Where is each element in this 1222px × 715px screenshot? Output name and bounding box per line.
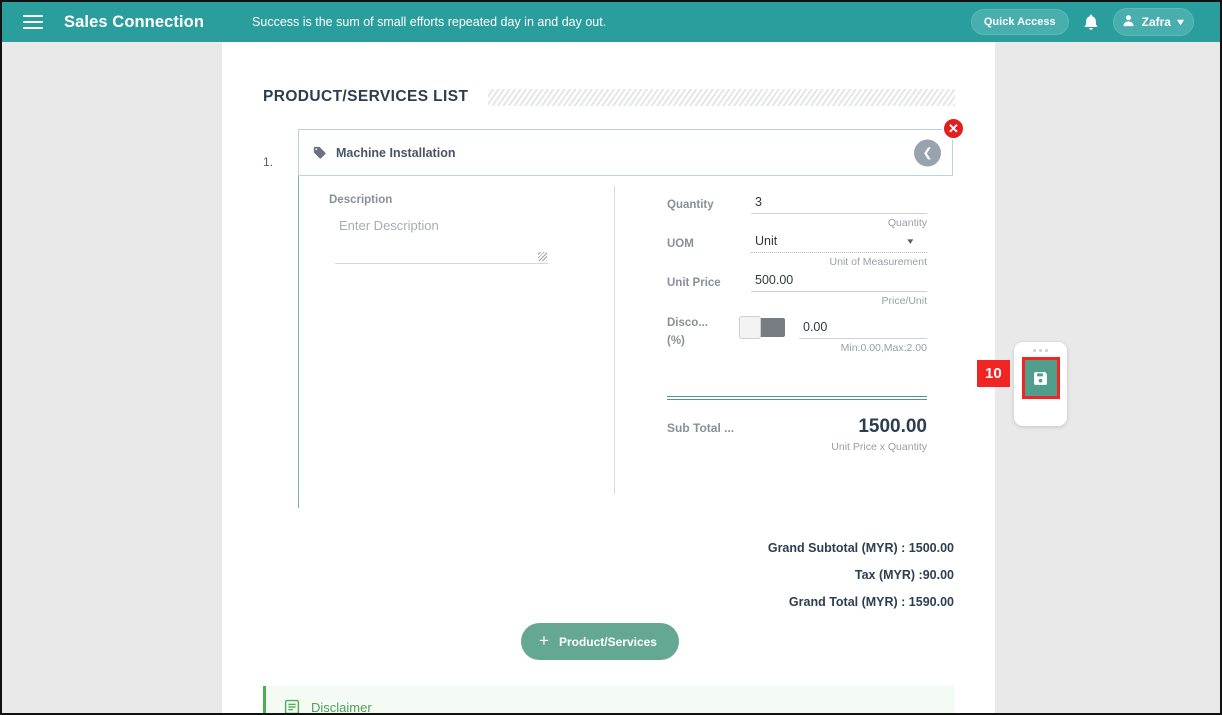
unit-price-label: Unit Price bbox=[667, 277, 721, 289]
chevron-down-icon: ▾ bbox=[907, 235, 914, 246]
quick-access-button[interactable]: Quick Access bbox=[970, 9, 1069, 35]
hamburger-menu-icon[interactable] bbox=[12, 2, 54, 42]
discount-toggle[interactable] bbox=[739, 316, 785, 339]
field-uom: UOM Unit ▾ Unit of Measurement bbox=[667, 231, 927, 268]
content-panel: PRODUCT/SERVICES LIST 1. ✕ Machine Insta… bbox=[222, 42, 995, 713]
discount-label: Disco... (%) bbox=[667, 313, 731, 351]
page-title: PRODUCT/SERVICES LIST bbox=[263, 88, 469, 105]
tax-line: Tax (MYR) :90.00 bbox=[854, 568, 954, 582]
add-button-label: Product/Services bbox=[558, 634, 657, 649]
title-hatch-decoration bbox=[488, 88, 955, 106]
quantity-hint: Quantity bbox=[887, 217, 927, 229]
discount-hint: Min:0.00,Max:2.00 bbox=[840, 342, 927, 354]
disclaimer-section[interactable]: Disclaimer bbox=[263, 686, 955, 713]
uom-control: Unit ▾ Unit of Measurement bbox=[751, 231, 927, 268]
product-name-label: Machine Installation bbox=[336, 145, 456, 160]
description-section: Description Enter Description bbox=[299, 176, 614, 508]
grand-total-line: Grand Total (MYR) : 1590.00 bbox=[788, 595, 954, 609]
step-badge: 10 bbox=[977, 360, 1010, 388]
topbar-actions: Quick Access Zafra ▾ bbox=[970, 8, 1208, 36]
plus-icon: + bbox=[539, 631, 549, 650]
collapse-icon[interactable]: ❮ bbox=[914, 139, 941, 166]
unit-price-input[interactable]: 500.00 bbox=[751, 270, 927, 292]
hamburger-bar bbox=[23, 15, 43, 17]
subtotal-value: 1500.00 bbox=[858, 416, 927, 437]
floating-save-widget: 10 bbox=[977, 342, 1067, 426]
product-item-row: 1. ✕ Machine Installation ❮ Description … bbox=[222, 117, 965, 508]
discount-label-line2: (%) bbox=[667, 334, 685, 347]
user-menu-button[interactable]: Zafra ▾ bbox=[1112, 8, 1194, 36]
application-window: Sales Connection Success is the sum of s… bbox=[0, 0, 1222, 715]
quantity-input[interactable]: 3 bbox=[751, 192, 927, 214]
discount-label-line1: Disco... bbox=[667, 317, 708, 329]
pricing-section: Quantity 3 Quantity UOM Unit ▾ Unit of M… bbox=[615, 176, 953, 508]
discount-control: 0.00 Min:0.00,Max:2.00 bbox=[799, 313, 927, 354]
resize-grip-icon[interactable] bbox=[538, 252, 547, 261]
top-navigation-bar: Sales Connection Success is the sum of s… bbox=[2, 2, 1220, 42]
discount-input[interactable]: 0.00 bbox=[799, 317, 927, 339]
toggle-knob bbox=[739, 316, 761, 339]
widget-grip-dots bbox=[1033, 349, 1048, 352]
save-button-highlight bbox=[1021, 357, 1060, 399]
tagline-text: Success is the sum of small efforts repe… bbox=[252, 15, 607, 29]
app-brand-title: Sales Connection bbox=[64, 12, 205, 31]
uom-label: UOM bbox=[667, 238, 694, 250]
totals-block: Grand Subtotal (MYR) : 1500.00 Tax (MYR)… bbox=[222, 541, 954, 609]
grip-dot bbox=[1045, 349, 1048, 352]
subtotal-label: Sub Total ... bbox=[667, 421, 735, 435]
disclaimer-label: Disclaimer bbox=[311, 699, 372, 714]
uom-hint: Unit of Measurement bbox=[829, 256, 927, 268]
subtotal-hint: Unit Price x Quantity bbox=[831, 441, 927, 453]
item-index-label: 1. bbox=[263, 155, 274, 169]
product-card-header: Machine Installation ❮ bbox=[298, 129, 953, 176]
description-input[interactable]: Enter Description bbox=[335, 216, 548, 264]
description-underline bbox=[335, 263, 548, 264]
field-unit-price: Unit Price 500.00 Price/Unit bbox=[667, 270, 927, 307]
chevron-down-icon: ▾ bbox=[1177, 16, 1184, 28]
unit-price-control: 500.00 Price/Unit bbox=[751, 270, 927, 307]
add-product-services-button[interactable]: + Product/Services bbox=[521, 623, 679, 660]
subtotal-separator bbox=[667, 396, 927, 400]
product-item-card: ✕ Machine Installation ❮ Description Ent… bbox=[298, 117, 965, 508]
user-name-label: Zafra bbox=[1141, 15, 1171, 29]
quantity-label: Quantity bbox=[667, 199, 714, 211]
page-body: PRODUCT/SERVICES LIST 1. ✕ Machine Insta… bbox=[2, 42, 1220, 713]
grand-subtotal-line: Grand Subtotal (MYR) : 1500.00 bbox=[767, 541, 954, 555]
bell-icon[interactable] bbox=[1081, 12, 1101, 32]
hamburger-bar bbox=[23, 21, 43, 23]
uom-selected-value: Unit bbox=[755, 234, 778, 248]
save-button[interactable] bbox=[1024, 360, 1057, 396]
product-card-body: Description Enter Description Quantity 3… bbox=[298, 176, 953, 508]
quantity-control: 3 Quantity bbox=[751, 192, 927, 229]
description-label: Description bbox=[329, 194, 393, 206]
user-icon bbox=[1122, 14, 1135, 30]
subtotal-row: Sub Total ... 1500.00 bbox=[667, 416, 927, 438]
uom-select[interactable]: Unit ▾ bbox=[751, 231, 927, 253]
tag-icon bbox=[313, 146, 326, 159]
hamburger-bar bbox=[23, 27, 43, 29]
grip-dot bbox=[1039, 349, 1042, 352]
section-title-row: PRODUCT/SERVICES LIST bbox=[263, 88, 955, 106]
close-icon[interactable]: ✕ bbox=[942, 117, 965, 140]
unit-price-hint: Price/Unit bbox=[881, 295, 927, 307]
grip-dot bbox=[1033, 349, 1036, 352]
add-button-wrapper: + Product/Services bbox=[222, 623, 995, 660]
field-discount: Disco... (%) 0.00 Min:0.00,Max:2.00 bbox=[667, 313, 927, 354]
document-lines-icon bbox=[284, 699, 300, 713]
description-placeholder: Enter Description bbox=[339, 218, 439, 233]
field-quantity: Quantity 3 Quantity bbox=[667, 192, 927, 229]
